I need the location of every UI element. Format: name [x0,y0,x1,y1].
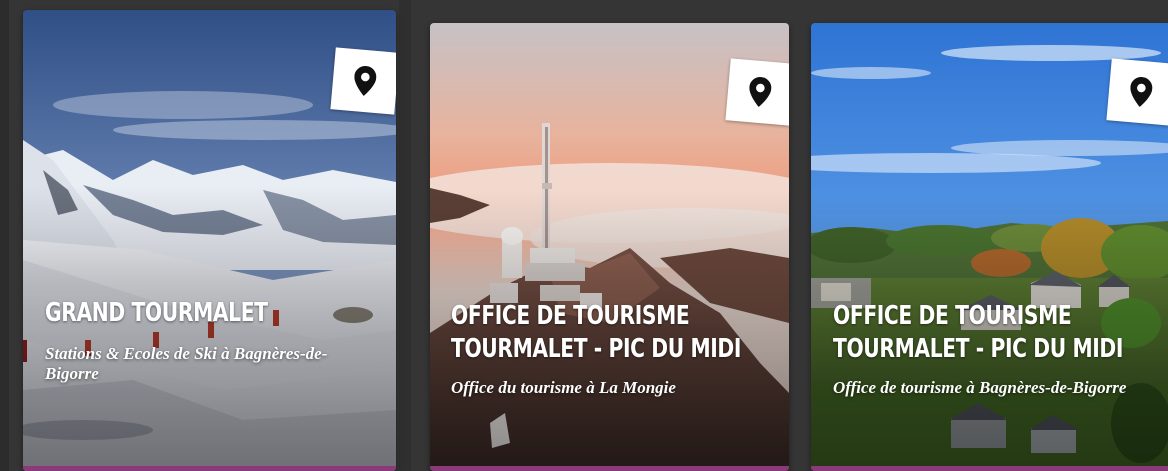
location-tag[interactable] [725,58,789,126]
card-grand-tourmalet[interactable]: GRAND TOURMALET Stations & Ecoles de Ski… [23,10,396,471]
map-pin-icon [1130,77,1153,107]
card-subtitle: Stations & Ecoles de Ski à Bagnères-de-B… [45,344,328,383]
card-overlay [430,193,789,471]
card-accent-bar [811,466,1168,471]
card-office-tourisme-la-mongie[interactable]: OFFICE DE TOURISME TOURMALET - PIC DU MI… [430,23,789,471]
card-subtitle: Office du tourisme à La Mongie [451,378,676,397]
map-pin-icon [749,77,772,107]
card-title-line-2[interactable]: TOURMALET - PIC DU MIDI [451,334,741,365]
map-pin-icon [354,66,377,96]
cards-carousel: GRAND TOURMALET Stations & Ecoles de Ski… [0,0,1168,471]
card-gap [399,0,411,471]
card-office-tourisme-bagneres[interactable]: OFFICE DE TOURISME TOURMALET - PIC DU MI… [811,23,1168,471]
card-accent-bar [430,466,789,471]
card-title[interactable]: GRAND TOURMALET [45,298,268,329]
card-title-line-1[interactable]: OFFICE DE TOURISME [451,301,690,332]
location-tag[interactable] [330,47,396,115]
location-tag[interactable] [1106,58,1168,126]
card-title-line-2[interactable]: TOURMALET - PIC DU MIDI [833,334,1123,365]
card-overlay [811,193,1168,471]
left-edge [0,0,9,471]
card-subtitle: Office de tourisme à Bagnères-de-Bigorre [833,378,1127,397]
card-title-line-1[interactable]: OFFICE DE TOURISME [833,301,1072,332]
card-accent-bar [23,466,396,471]
